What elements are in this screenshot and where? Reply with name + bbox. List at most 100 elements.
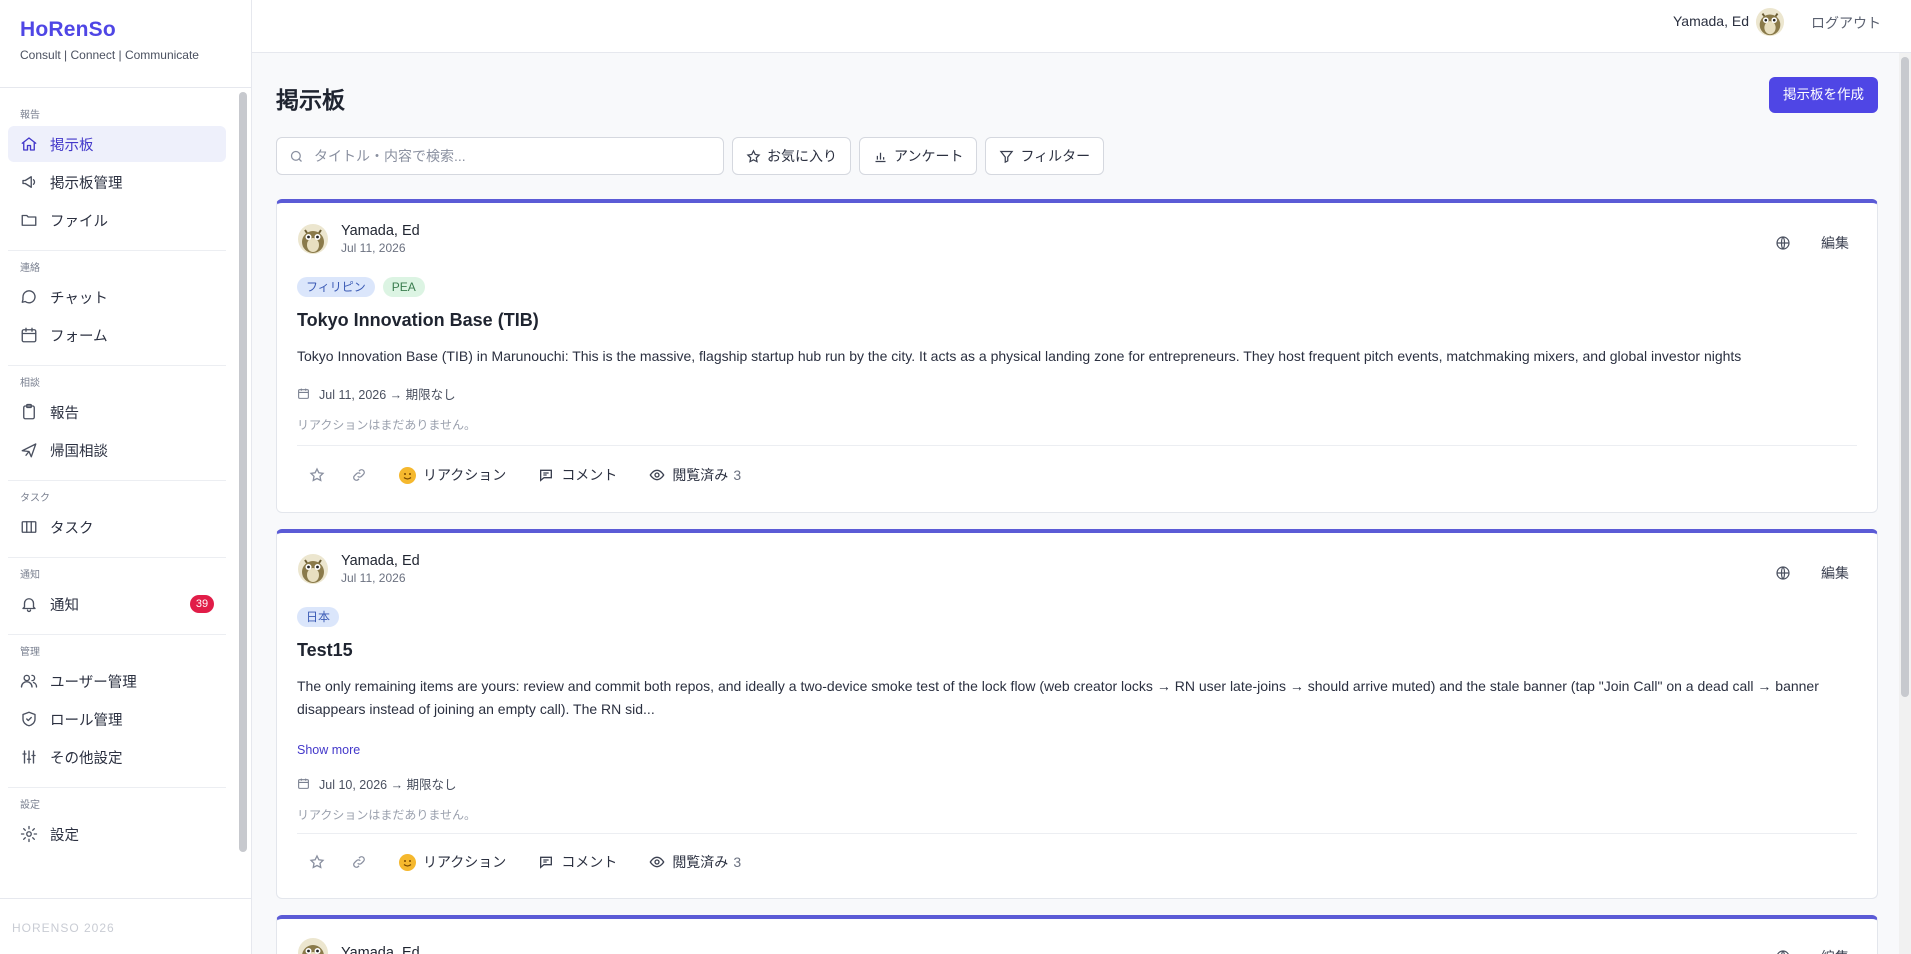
divider xyxy=(297,833,1857,834)
create-board-button[interactable]: 掲示板を作成 xyxy=(1769,77,1878,113)
post-tag[interactable]: PEA xyxy=(382,277,425,297)
favorites-filter-button[interactable]: お気に入り xyxy=(732,137,851,175)
sidebar-item-label: タスク xyxy=(50,520,94,537)
sidebar-section-title: 設定 xyxy=(20,800,40,811)
edit-button[interactable]: 編集 xyxy=(1821,233,1849,253)
link-icon[interactable] xyxy=(351,467,367,483)
sidebar-item[interactable]: 設定 xyxy=(8,816,226,852)
smile-emoji-icon xyxy=(399,466,416,484)
sidebar-section: 設定 設定 xyxy=(8,798,226,864)
page-title: 掲示板 xyxy=(276,87,345,113)
post-date: Jul 11, 2026 xyxy=(341,241,406,255)
viewed-button[interactable]: 閲覧済み 3 xyxy=(649,465,741,485)
reaction-button[interactable]: リアクション xyxy=(399,465,506,485)
brand-title[interactable]: HoRenSo xyxy=(20,18,231,42)
megaphone-icon xyxy=(20,173,38,191)
main-scrollbar[interactable] xyxy=(1899,53,1911,954)
viewed-button[interactable]: 閲覧済み 3 xyxy=(649,852,741,872)
favorite-star-icon[interactable] xyxy=(309,854,325,870)
sidebar: HoRenSo Consult | Connect | Communicate … xyxy=(0,0,252,954)
survey-filter-button[interactable]: アンケート xyxy=(859,137,978,175)
post-author[interactable]: Yamada, Ed xyxy=(341,553,420,569)
eye-icon xyxy=(649,854,665,870)
globe-icon[interactable] xyxy=(1775,235,1791,251)
sidebar-item-label: 掲示板管理 xyxy=(50,175,123,192)
post-action-bar: リアクション コメント 閲覧済み 3 xyxy=(297,852,741,872)
link-icon[interactable] xyxy=(351,854,367,870)
comment-icon xyxy=(538,854,554,870)
sidebar-item-label: 掲示板 xyxy=(50,137,94,154)
sidebar-section-title: タスク xyxy=(20,493,50,504)
comment-button[interactable]: コメント xyxy=(538,852,617,872)
bell-icon xyxy=(20,595,38,613)
home-icon xyxy=(20,135,38,153)
post-author[interactable]: Yamada, Ed xyxy=(341,945,420,954)
sidebar-item[interactable]: フォーム xyxy=(8,317,226,353)
logout-link[interactable]: ログアウト xyxy=(1811,13,1881,33)
sidebar-item-label: その他設定 xyxy=(50,750,123,767)
post-action-bar: リアクション コメント 閲覧済み 3 xyxy=(297,465,741,485)
edit-button[interactable]: 編集 xyxy=(1821,947,1849,954)
sidebar-item[interactable]: 通知 39 xyxy=(8,586,226,622)
chat-icon xyxy=(20,288,38,306)
post-top-actions: 編集 xyxy=(1775,947,1849,954)
post-header: Yamada, Ed Jul 11, 2026 xyxy=(297,553,420,585)
post-top-actions: 編集 xyxy=(1775,563,1849,583)
author-avatar[interactable] xyxy=(297,553,329,585)
toolbar: お気に入り アンケート フィルター xyxy=(276,137,1105,175)
sidebar-item[interactable]: ファイル xyxy=(8,202,226,238)
calendar-icon xyxy=(20,326,38,344)
sidebar-item[interactable]: ユーザー管理 xyxy=(8,663,226,699)
sidebar-item-label: ユーザー管理 xyxy=(50,674,137,691)
author-avatar[interactable] xyxy=(297,937,329,954)
globe-icon[interactable] xyxy=(1775,949,1791,954)
post-tags: 日本 xyxy=(297,607,340,627)
no-reactions-text: リアクションはまだありません。 xyxy=(297,808,477,822)
search-input[interactable] xyxy=(314,148,711,164)
sidebar-item[interactable]: 帰国相談 xyxy=(8,432,226,468)
sidebar-section: 管理 ユーザー管理 ロール管理 その他設定 xyxy=(8,645,226,788)
comment-button[interactable]: コメント xyxy=(538,465,617,485)
filter-button[interactable]: フィルター xyxy=(985,137,1105,175)
author-avatar[interactable] xyxy=(297,223,329,255)
post-tag[interactable]: 日本 xyxy=(297,607,340,627)
main-scrollbar-thumb[interactable] xyxy=(1901,57,1909,697)
favorites-label: お気に入り xyxy=(767,148,837,164)
post-title[interactable]: Tokyo Innovation Base (TIB) xyxy=(297,310,539,331)
brand-subtitle: Consult | Connect | Communicate xyxy=(20,48,199,62)
calendar-icon xyxy=(297,387,310,400)
filter-label: フィルター xyxy=(1020,148,1091,164)
sidebar-item[interactable]: ロール管理 xyxy=(8,701,226,737)
show-more-link[interactable]: Show more xyxy=(297,743,360,757)
sidebar-item-label: 通知 xyxy=(50,597,79,614)
sidebar-nav: 報告 掲示板 掲示板管理 ファイル 連絡 チャット フォーム 相談 報告 帰国相談 タスク タスク 通知… xyxy=(0,88,234,898)
sidebar-item[interactable]: 掲示板管理 xyxy=(8,164,226,200)
sidebar-footer: HORENSO 2026 xyxy=(0,898,251,954)
post-top-actions: 編集 xyxy=(1775,233,1849,253)
post-body: Tokyo Innovation Base (TIB) in Marunouch… xyxy=(297,348,1742,364)
viewed-label: 閲覧済み xyxy=(672,854,729,870)
search-icon xyxy=(289,149,304,164)
sidebar-scrollbar[interactable] xyxy=(239,92,247,852)
survey-label: アンケート xyxy=(894,148,964,164)
funnel-icon xyxy=(999,149,1014,164)
post-author[interactable]: Yamada, Ed xyxy=(341,223,420,239)
sidebar-item[interactable]: その他設定 xyxy=(8,739,226,775)
reaction-button[interactable]: リアクション xyxy=(399,852,506,872)
sidebar-item[interactable]: 報告 xyxy=(8,394,226,430)
post-title[interactable]: Test15 xyxy=(297,640,353,661)
search-box[interactable] xyxy=(276,137,724,175)
sidebar-item[interactable]: 掲示板 xyxy=(8,126,226,162)
viewed-count: 3 xyxy=(733,467,742,483)
post-header: Yamada, Ed xyxy=(297,937,420,954)
sidebar-item[interactable]: チャット xyxy=(8,279,226,315)
favorite-star-icon[interactable] xyxy=(309,467,325,483)
viewed-count: 3 xyxy=(733,854,742,870)
edit-button[interactable]: 編集 xyxy=(1821,563,1849,583)
post-tag[interactable]: フィリピン xyxy=(297,277,375,297)
sidebar-item[interactable]: タスク xyxy=(8,509,226,545)
user-avatar[interactable] xyxy=(1755,7,1785,37)
star-icon xyxy=(746,148,761,164)
globe-icon[interactable] xyxy=(1775,565,1791,581)
post-tags: フィリピン PEA xyxy=(297,277,425,297)
